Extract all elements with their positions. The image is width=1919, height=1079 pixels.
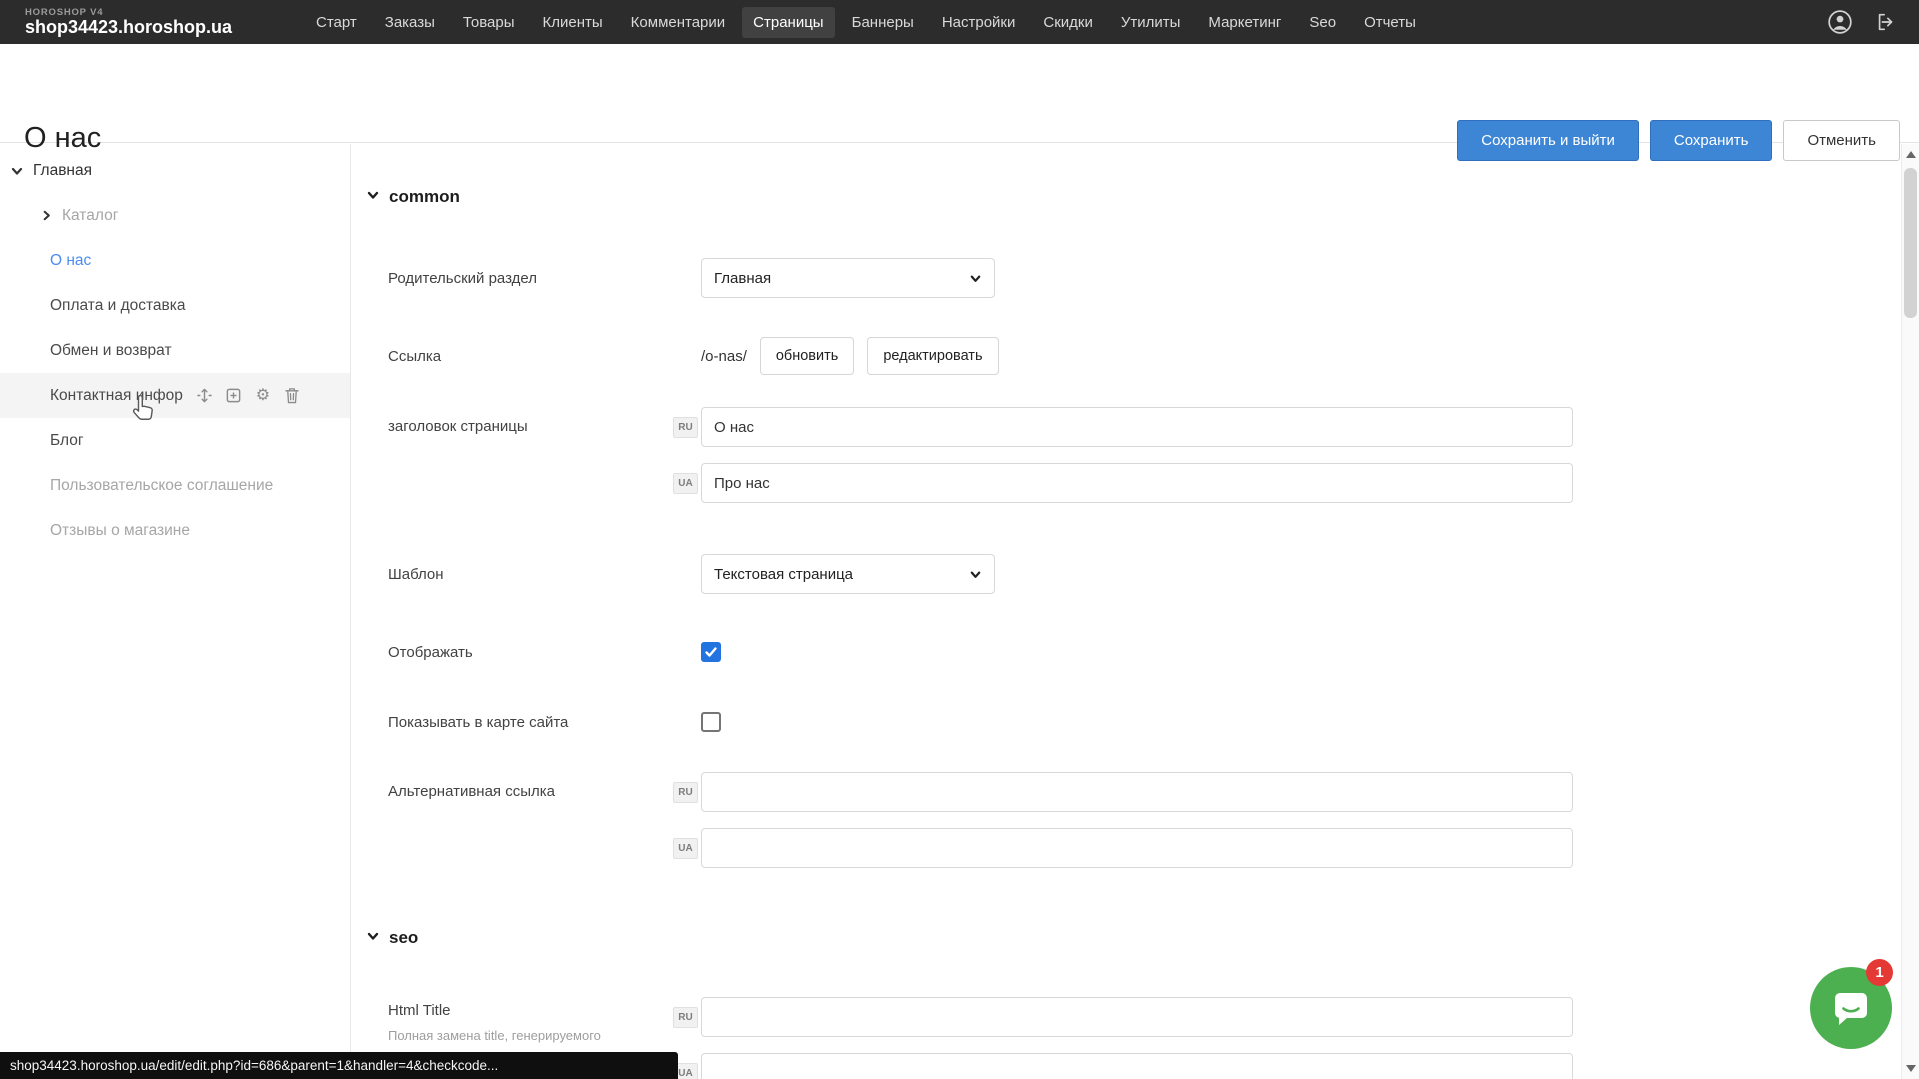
- chat-unread-badge: 1: [1866, 959, 1893, 986]
- parent-section-label: Родительский раздел: [388, 270, 537, 287]
- parent-section-select[interactable]: Главная: [701, 258, 995, 298]
- link-update-button[interactable]: обновить: [760, 337, 854, 375]
- link-edit-button[interactable]: редактировать: [867, 337, 998, 375]
- chat-bubble-icon: [1828, 985, 1874, 1031]
- page-title-ru-input[interactable]: [701, 407, 1573, 447]
- link-row: /o-nas/ обновить редактировать: [701, 337, 999, 375]
- sitemap-checkbox[interactable]: [701, 712, 721, 732]
- tree-item-label: Блог: [50, 432, 84, 450]
- html-title-label: Html Title: [388, 1002, 451, 1019]
- template-label: Шаблон: [388, 566, 444, 583]
- cancel-button[interactable]: Отменить: [1783, 120, 1900, 161]
- page-title-ua-input[interactable]: [701, 463, 1573, 503]
- lang-tag-ru: RU: [673, 417, 698, 438]
- template-value: Текстовая страница: [714, 566, 853, 583]
- menu-start[interactable]: Старт: [305, 7, 368, 38]
- display-checkbox[interactable]: [701, 642, 721, 662]
- section-common[interactable]: common: [366, 187, 460, 207]
- link-path: /o-nas/: [701, 348, 747, 365]
- logout-icon[interactable]: [1873, 9, 1899, 35]
- display-label: Отображать: [388, 644, 473, 661]
- tree-item-label: Контактная инфор: [50, 387, 183, 405]
- section-title: common: [389, 187, 460, 207]
- menu-products[interactable]: Товары: [452, 7, 526, 38]
- tree-item-blog[interactable]: Блог: [0, 418, 350, 463]
- save-button[interactable]: Сохранить: [1650, 120, 1773, 161]
- tree-item-katalog[interactable]: Каталог: [0, 193, 350, 238]
- menu-reports[interactable]: Отчеты: [1353, 7, 1427, 38]
- status-url-bar: shop34423.horoshop.ua/edit/edit.php?id=6…: [0, 1052, 678, 1079]
- html-title-ua-input[interactable]: [701, 1053, 1573, 1079]
- header-actions: Сохранить и выйти Сохранить Отменить: [1457, 120, 1900, 161]
- account-icon[interactable]: [1827, 9, 1853, 35]
- logo[interactable]: HOROSHOP V4 shop34423.horoshop.ua: [25, 8, 263, 37]
- alt-link-label: Альтернативная ссылка: [388, 783, 555, 800]
- menu-seo[interactable]: Seo: [1298, 7, 1347, 38]
- tree-item-soglashenie[interactable]: Пользовательское соглашение: [0, 463, 350, 508]
- tree-item-label: Пользовательское соглашение: [50, 477, 273, 495]
- sitemap-label: Показывать в карте сайта: [388, 714, 568, 731]
- logo-domain: shop34423.horoshop.ua: [25, 18, 263, 37]
- link-label: Ссылка: [388, 348, 441, 365]
- html-title-ru-input[interactable]: [701, 997, 1573, 1037]
- scroll-up-arrow-icon[interactable]: [1906, 151, 1916, 158]
- delete-icon[interactable]: [283, 387, 301, 405]
- scroll-down-arrow-icon[interactable]: [1906, 1065, 1916, 1072]
- tree-item-obmen[interactable]: Обмен и возврат: [0, 328, 350, 373]
- page-title-label: заголовок страницы: [388, 418, 528, 435]
- menu-discounts[interactable]: Скидки: [1032, 7, 1103, 38]
- scrollbar-thumb[interactable]: [1904, 168, 1917, 318]
- chevron-down-icon: [366, 187, 380, 207]
- save-and-exit-button[interactable]: Сохранить и выйти: [1457, 120, 1639, 161]
- menu-utilities[interactable]: Утилиты: [1110, 7, 1192, 38]
- page-edit-form: common Родительский раздел Главная Ссылк…: [352, 144, 1901, 1079]
- alt-link-ua-input[interactable]: [701, 828, 1573, 868]
- tree-item-o-nas[interactable]: О нас: [0, 238, 350, 283]
- tree-item-label: Оплата и доставка: [50, 297, 186, 315]
- tree-item-oplata[interactable]: Оплата и доставка: [0, 283, 350, 328]
- parent-section-value: Главная: [714, 270, 771, 287]
- menu-comments[interactable]: Комментарии: [620, 7, 736, 38]
- pages-tree-sidebar: Главная Каталог О нас Оплата и доставка …: [0, 144, 351, 1079]
- chevron-down-icon: [969, 272, 982, 285]
- menu-pages[interactable]: Страницы: [742, 7, 834, 38]
- template-select[interactable]: Текстовая страница: [701, 554, 995, 594]
- section-seo[interactable]: seo: [366, 928, 418, 948]
- tree-item-otzyvy[interactable]: Отзывы о магазине: [0, 508, 350, 553]
- page-header: О нас Сохранить и выйти Сохранить Отмени…: [0, 44, 1919, 143]
- chevron-down-icon: [366, 928, 380, 948]
- chevron-down-icon: [969, 568, 982, 581]
- menu-marketing[interactable]: Маркетинг: [1197, 7, 1292, 38]
- tree-item-label: О нас: [50, 252, 91, 270]
- alt-link-ru-input[interactable]: [701, 772, 1573, 812]
- app-window: HOROSHOP V4 shop34423.horoshop.ua Старт …: [0, 0, 1919, 1079]
- page-title: О нас: [24, 122, 101, 155]
- move-icon[interactable]: [196, 387, 214, 405]
- top-navbar: HOROSHOP V4 shop34423.horoshop.ua Старт …: [0, 0, 1919, 44]
- tree-item-kontaktnaya[interactable]: Контактная инфор ⚙: [0, 373, 350, 418]
- menu-banners[interactable]: Баннеры: [841, 7, 925, 38]
- lang-tag-ua: UA: [673, 838, 698, 859]
- menu-orders[interactable]: Заказы: [374, 7, 446, 38]
- settings-icon[interactable]: ⚙: [254, 387, 272, 405]
- menu-clients[interactable]: Клиенты: [532, 7, 614, 38]
- add-page-icon[interactable]: [225, 387, 243, 405]
- tree-item-label: Главная: [33, 162, 92, 180]
- lang-tag-ua: UA: [673, 473, 698, 494]
- tree-item-label: Обмен и возврат: [50, 342, 172, 360]
- chevron-down-icon[interactable]: [10, 164, 24, 178]
- lang-tag-ru: RU: [673, 1007, 698, 1028]
- tree-item-label: Отзывы о магазине: [50, 522, 190, 540]
- main-menu: Старт Заказы Товары Клиенты Комментарии …: [305, 7, 1427, 38]
- section-title: seo: [389, 928, 418, 948]
- topbar-right: [1827, 9, 1899, 35]
- lang-tag-ru: RU: [673, 782, 698, 803]
- tree-item-actions: ⚙: [196, 387, 301, 405]
- vertical-scrollbar[interactable]: [1901, 144, 1919, 1079]
- chat-widget-button[interactable]: 1: [1810, 967, 1892, 1049]
- html-title-hint: Полная замена title, генерируемого: [388, 1028, 601, 1043]
- menu-settings[interactable]: Настройки: [931, 7, 1027, 38]
- tree-item-label: Каталог: [62, 207, 118, 225]
- chevron-right-icon[interactable]: [40, 209, 53, 222]
